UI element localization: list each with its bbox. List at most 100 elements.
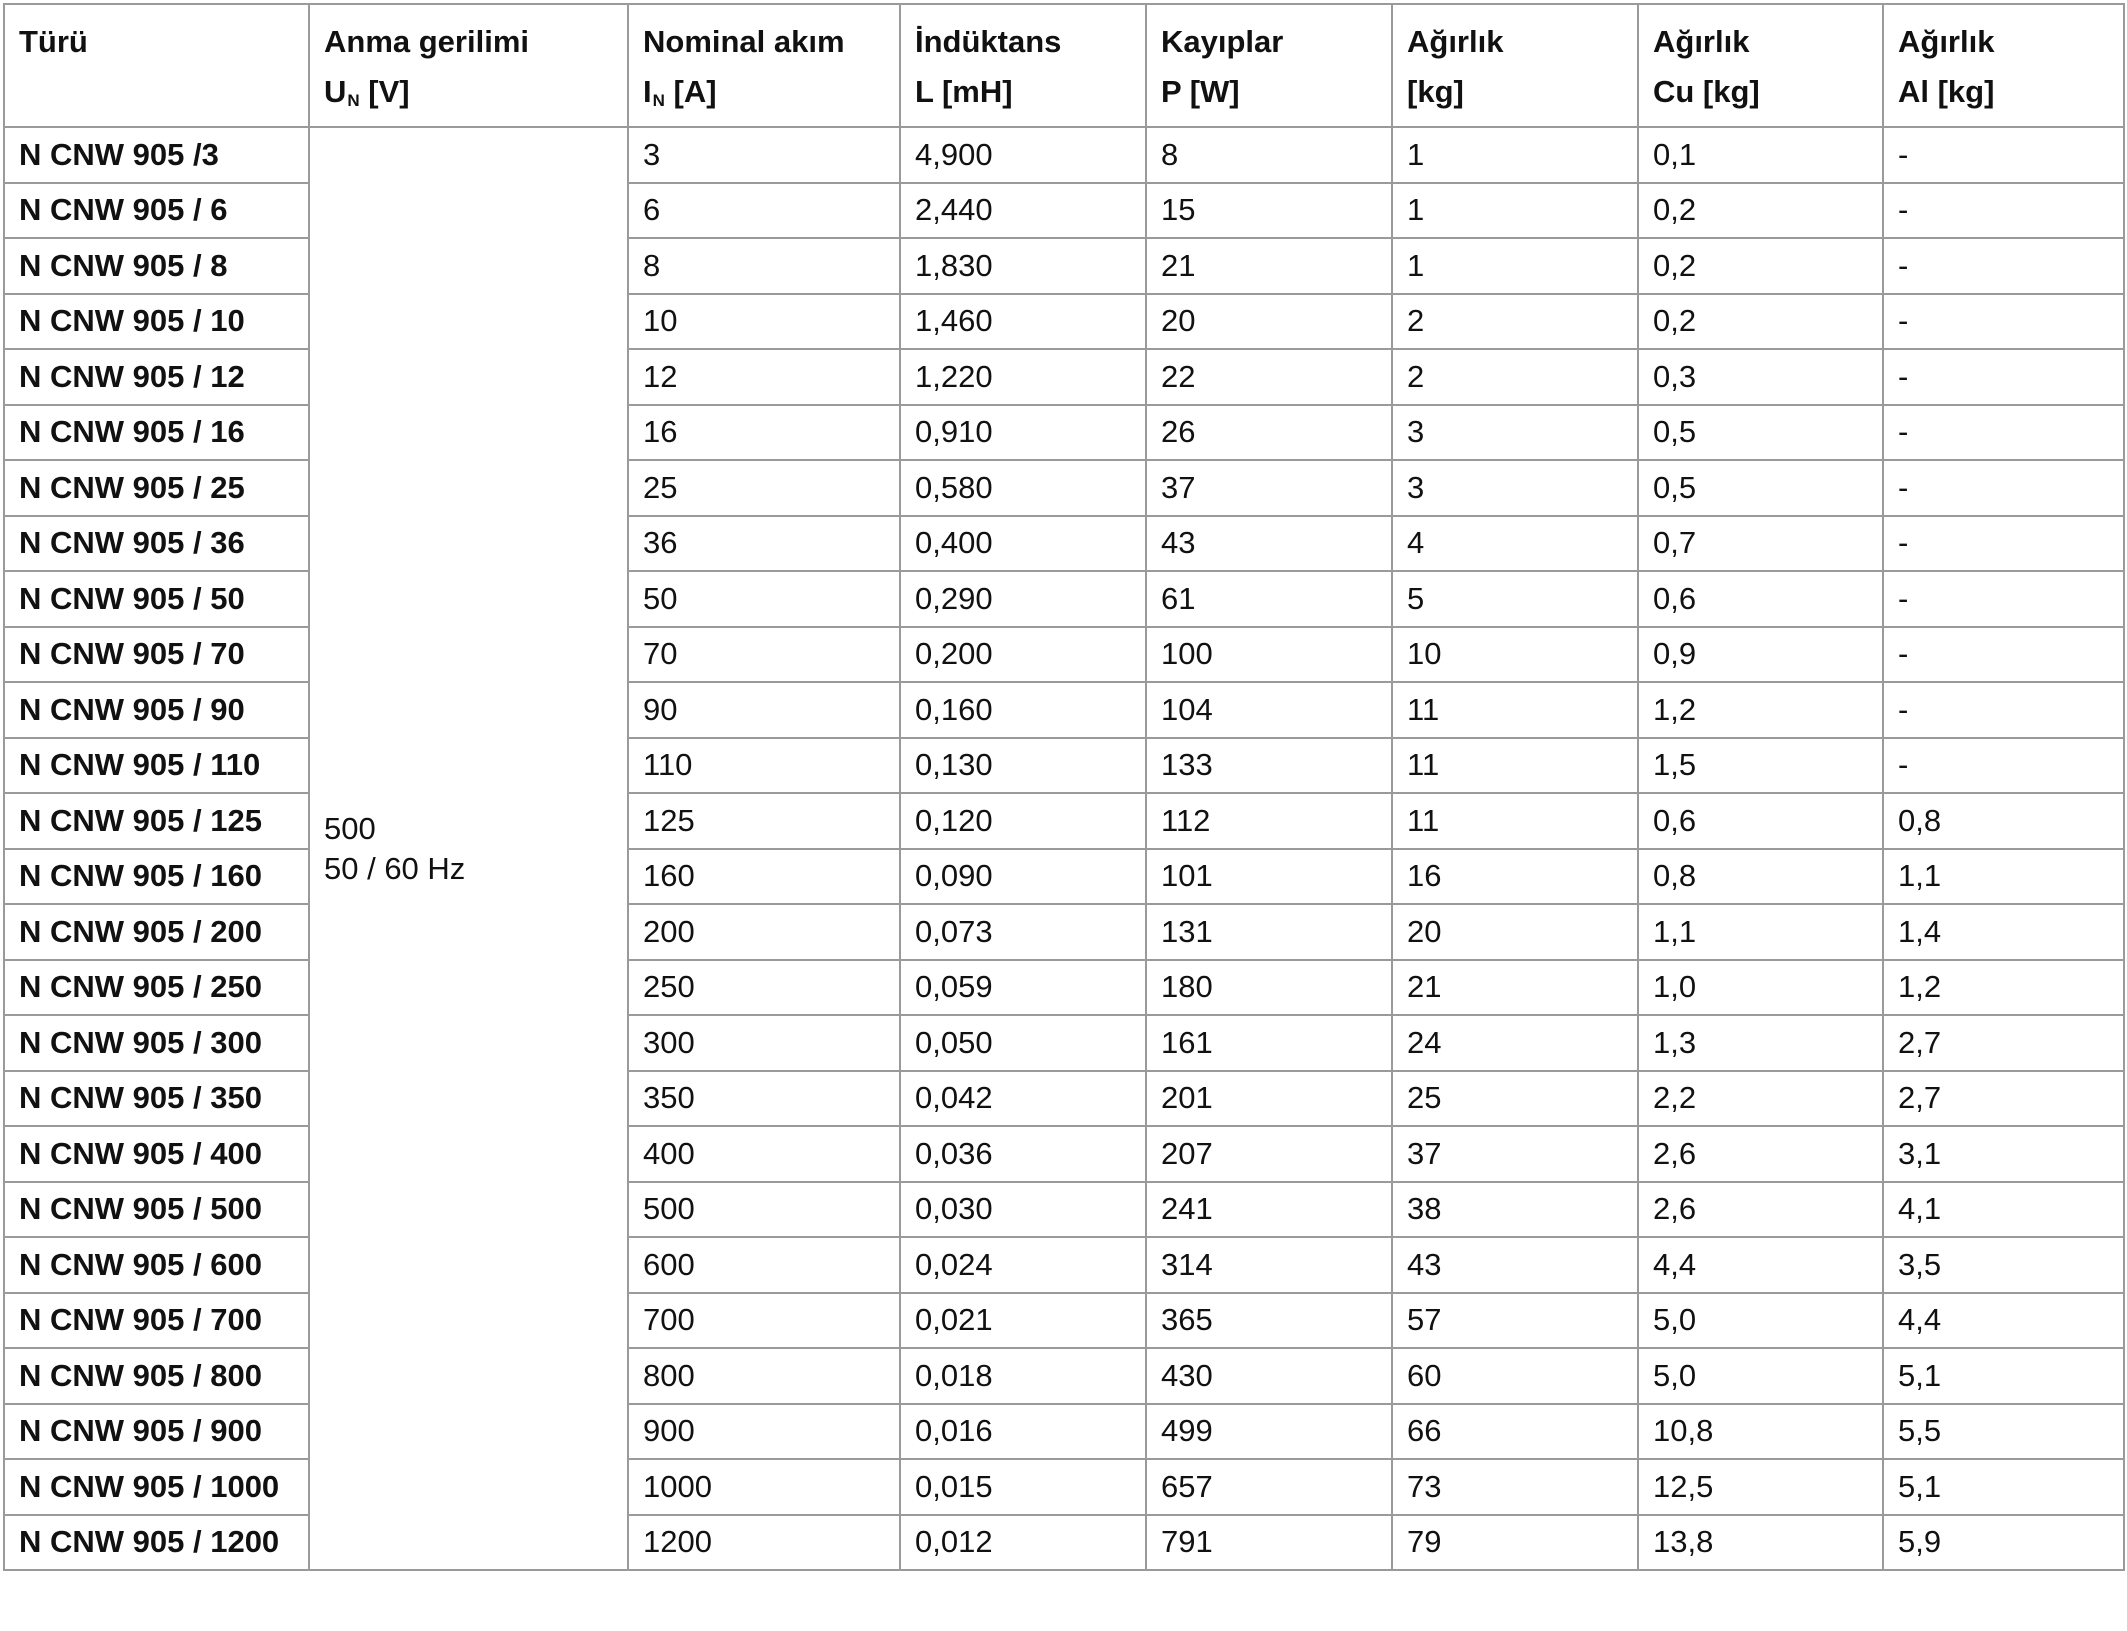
cell-weight: 11: [1391, 736, 1639, 794]
cell-weight: 60: [1391, 1347, 1639, 1405]
cell-weight: 4: [1391, 514, 1639, 572]
header-line2: Al [kg]: [1898, 67, 2122, 117]
cell-weight: 16: [1391, 847, 1639, 905]
cell-weight: 3: [1391, 403, 1639, 461]
cell-cu: 0,2: [1637, 181, 1884, 239]
cell-losses: 201: [1145, 1069, 1393, 1127]
cell-al: 2,7: [1882, 1014, 2125, 1072]
header-unit-symbol: Al [kg]: [1898, 74, 1995, 109]
cell-weight: 1: [1391, 181, 1639, 239]
cell-weight: 20: [1391, 903, 1639, 961]
cell-current: 8: [627, 237, 901, 295]
cell-current: 250: [627, 958, 901, 1016]
cell-current: 10: [627, 292, 901, 350]
cell-current: 6: [627, 181, 901, 239]
cell-losses: 499: [1145, 1402, 1393, 1460]
header-line2: P [W]: [1161, 67, 1390, 117]
cell-cu: 2,6: [1637, 1180, 1884, 1238]
cell-cu: 0,1: [1637, 126, 1884, 184]
cell-type: N CNW 905 / 160: [3, 847, 310, 905]
header-line1: Türü: [19, 24, 88, 59]
cell-losses: 131: [1145, 903, 1393, 961]
cell-losses: 22: [1145, 348, 1393, 406]
cell-inductance: 0,120: [899, 792, 1147, 850]
header-nominal-current: Nominal akım IN [A]: [627, 3, 901, 128]
table-row: N CNW 905 /3 500 50 / 60 Hz 3 4,900 8 1 0,1-: [3, 126, 2125, 1571]
cell-weight: 11: [1391, 681, 1639, 739]
cell-cu: 1,0: [1637, 958, 1884, 1016]
cell-current: 12: [627, 348, 901, 406]
cell-type: N CNW 905 / 300: [3, 1014, 310, 1072]
cell-losses: 43: [1145, 514, 1393, 572]
cell-inductance: 0,042: [899, 1069, 1147, 1127]
cell-al: -: [1882, 570, 2125, 628]
cell-cu: 10,8: [1637, 1402, 1884, 1460]
header-line1: Anma gerilimi: [324, 24, 529, 59]
cell-al: -: [1882, 736, 2125, 794]
cell-type: N CNW 905 / 400: [3, 1125, 310, 1183]
cell-type: N CNW 905 / 10: [3, 292, 310, 350]
cell-cu: 0,9: [1637, 625, 1884, 683]
voltage-frequency: 50 / 60 Hz: [324, 850, 466, 886]
cell-cu: 0,2: [1637, 237, 1884, 295]
cell-weight: 37: [1391, 1125, 1639, 1183]
cell-losses: 8: [1145, 126, 1393, 184]
cell-losses: 15: [1145, 181, 1393, 239]
cell-al: -: [1882, 459, 2125, 517]
cell-losses: 21: [1145, 237, 1393, 295]
cell-current: 1000: [627, 1458, 901, 1516]
cell-current: 70: [627, 625, 901, 683]
header-line2: Cu [kg]: [1653, 67, 1881, 117]
cell-type: N CNW 905 / 250: [3, 958, 310, 1016]
header-unit-symbol: Cu [kg]: [1653, 74, 1760, 109]
header-row: Türü Anma gerilimi UN [V] Nominal akım IN [A…: [3, 3, 2125, 128]
header-line2: IN [A]: [643, 67, 898, 125]
cell-current: 160: [627, 847, 901, 905]
cell-losses: 104: [1145, 681, 1393, 739]
cell-weight: 38: [1391, 1180, 1639, 1238]
cell-losses: 241: [1145, 1180, 1393, 1238]
cell-inductance: 0,400: [899, 514, 1147, 572]
header-unit-symbol: I: [643, 74, 652, 109]
cell-weight: 57: [1391, 1291, 1639, 1349]
cell-losses: 314: [1145, 1236, 1393, 1294]
header-subscript: N: [347, 91, 360, 110]
cell-cu: 0,7: [1637, 514, 1884, 572]
cell-type: N CNW 905 / 200: [3, 903, 310, 961]
cell-weight: 2: [1391, 348, 1639, 406]
cell-inductance: 1,460: [899, 292, 1147, 350]
cell-al: -: [1882, 403, 2125, 461]
header-rated-voltage: Anma gerilimi UN [V]: [308, 3, 629, 128]
cell-inductance: 0,073: [899, 903, 1147, 961]
cell-inductance: 0,130: [899, 736, 1147, 794]
header-line1: Kayıplar: [1161, 24, 1284, 59]
cell-cu: 12,5: [1637, 1458, 1884, 1516]
cell-al: 5,1: [1882, 1458, 2125, 1516]
cell-losses: 791: [1145, 1513, 1393, 1571]
cell-al: 3,1: [1882, 1125, 2125, 1183]
cell-weight: 1: [1391, 237, 1639, 295]
cell-al: 1,2: [1882, 958, 2125, 1016]
cell-current: 36: [627, 514, 901, 572]
header-weight-al: Ağırlık Al [kg]: [1882, 3, 2125, 128]
cell-type: N CNW 905 / 125: [3, 792, 310, 850]
cell-inductance: 0,015: [899, 1458, 1147, 1516]
cell-type: N CNW 905 / 800: [3, 1347, 310, 1405]
cell-inductance: 0,016: [899, 1402, 1147, 1460]
cell-inductance: 0,024: [899, 1236, 1147, 1294]
cell-type: N CNW 905 / 1200: [3, 1513, 310, 1571]
cell-inductance: 0,021: [899, 1291, 1147, 1349]
cell-losses: 207: [1145, 1125, 1393, 1183]
cell-cu: 0,8: [1637, 847, 1884, 905]
cell-current: 1200: [627, 1513, 901, 1571]
cell-weight: 66: [1391, 1402, 1639, 1460]
header-subscript: N: [652, 91, 665, 110]
cell-current: 500: [627, 1180, 901, 1238]
cell-current: 125: [627, 792, 901, 850]
cell-losses: 161: [1145, 1014, 1393, 1072]
cell-weight: 25: [1391, 1069, 1639, 1127]
cell-weight: 24: [1391, 1014, 1639, 1072]
cell-inductance: 0,030: [899, 1180, 1147, 1238]
header-weight: Ağırlık [kg]: [1391, 3, 1639, 128]
cell-weight: 73: [1391, 1458, 1639, 1516]
